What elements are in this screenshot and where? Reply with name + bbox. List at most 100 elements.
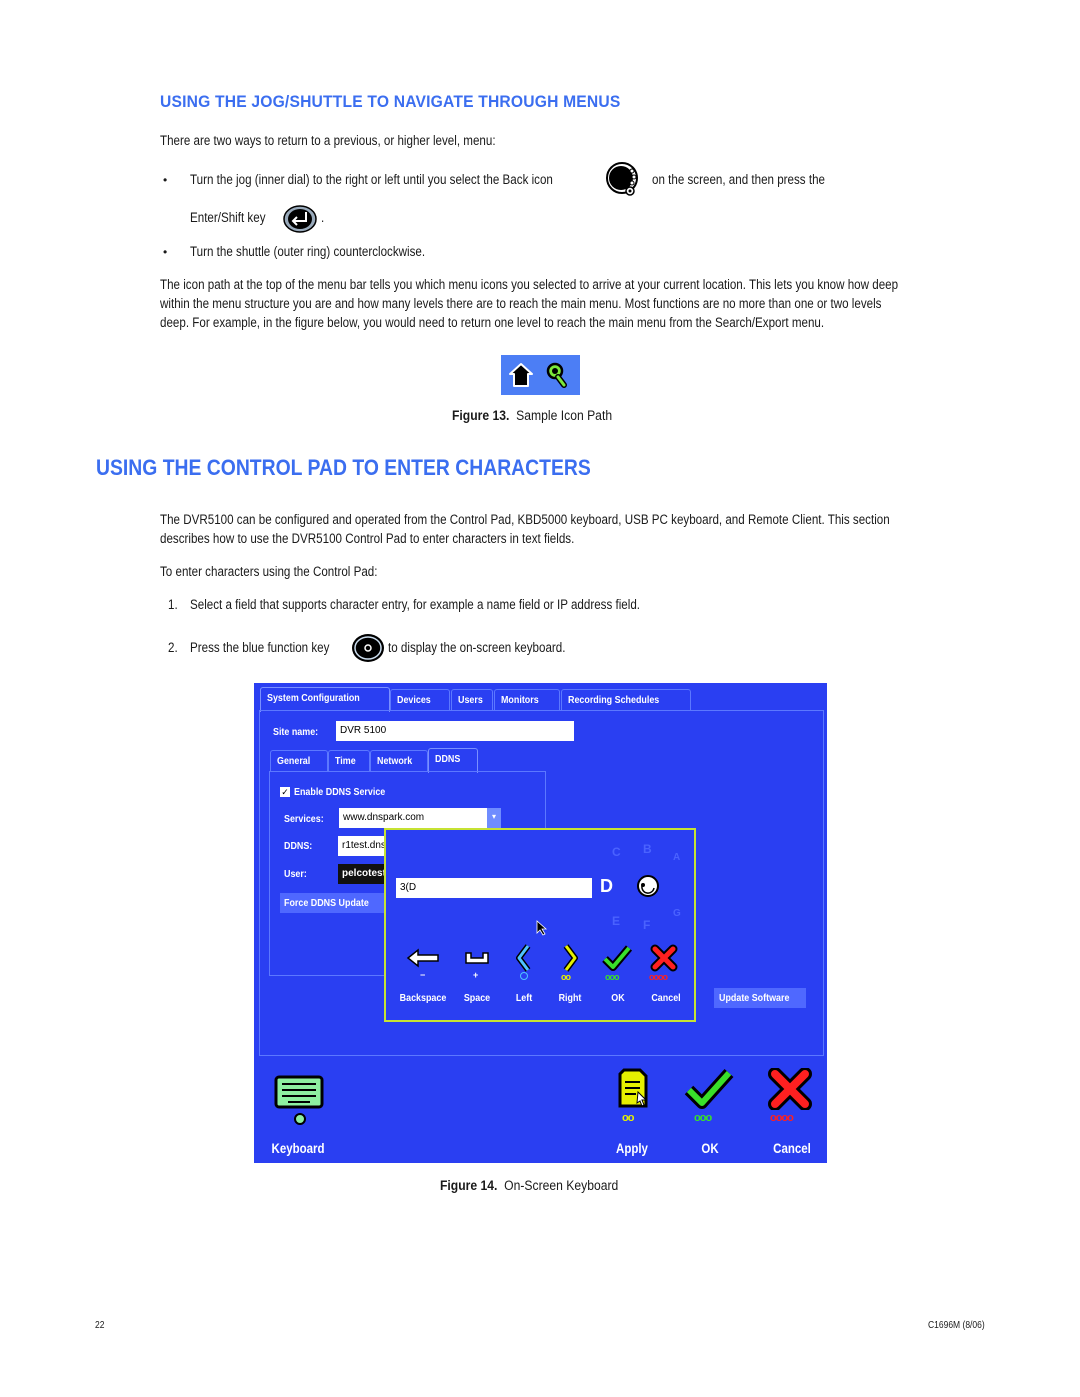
section-heading-jog-shuttle: USING THE JOG/SHUTTLE TO NAVIGATE THROUG… <box>160 92 621 111</box>
right-arrow-icon <box>563 944 578 972</box>
cancel-hint-dots: oooo <box>649 972 668 982</box>
paragraph-line-2: within the menu structure you are and ho… <box>160 296 882 311</box>
paragraph-line-1: The icon path at the top of the menu bar… <box>160 277 899 292</box>
ok-bottom-button[interactable]: ooo OK <box>682 1068 738 1158</box>
apply-hint-dots: oo <box>622 1112 634 1124</box>
right-button[interactable]: oo Right <box>550 944 590 1008</box>
sample-icon-path <box>501 355 580 395</box>
figure-13-caption: Figure 13. Sample Icon Path <box>452 408 612 423</box>
space-hint: + <box>473 970 479 980</box>
bullet-1-text-cont: on the screen, and then press the <box>652 172 825 187</box>
ring-char: G <box>673 908 681 919</box>
space-button[interactable]: + Space <box>454 948 500 1008</box>
paragraph-line-1: The DVR5100 can be configured and operat… <box>160 512 890 527</box>
document-id: C1696M (8/06) <box>928 1320 985 1331</box>
apply-button[interactable]: oo Apply <box>602 1068 662 1158</box>
left-label: Left <box>515 992 533 1004</box>
search-export-icon <box>545 361 569 394</box>
backspace-hint: − <box>420 970 426 980</box>
space-icon <box>465 952 489 964</box>
cancel-x-icon <box>650 944 678 972</box>
current-character: D <box>600 876 613 896</box>
left-arrow-icon <box>516 944 531 972</box>
ring-char: A <box>673 852 681 863</box>
bullet-dot: • <box>163 173 168 187</box>
keyboard-hint-dot <box>294 1113 306 1125</box>
site-name-label: Site name: <box>273 726 319 738</box>
backspace-icon <box>406 948 439 968</box>
figure-13-title: Sample Icon Path <box>516 408 613 423</box>
intro-text: There are two ways to return to a previo… <box>160 133 496 148</box>
ok-label: OK <box>611 992 625 1004</box>
user-input[interactable]: pelcotest <box>338 864 388 884</box>
figure-14-number: Figure 14. <box>440 1178 498 1193</box>
bullet-1-text: Turn the jog (inner dial) to the right o… <box>190 172 553 187</box>
ring-char: E <box>612 914 621 928</box>
enable-ddns-label: Enable DDNS Service <box>294 786 386 798</box>
subtab-time[interactable]: Time <box>328 750 370 771</box>
checkmark-icon <box>602 945 632 971</box>
tab-devices[interactable]: Devices <box>390 689 450 710</box>
cancel-label: Cancel <box>651 992 681 1004</box>
tab-recording-schedules[interactable]: Recording Schedules <box>561 689 691 710</box>
bullet-2-text: Turn the shuttle (outer ring) counterclo… <box>190 244 426 259</box>
paragraph-line-2: describes how to use the DVR5100 Control… <box>160 531 575 546</box>
mouse-cursor-icon <box>536 920 548 941</box>
ddns-input[interactable]: r1test.dns <box>338 836 388 856</box>
cancel-button[interactable]: oooo Cancel <box>642 944 690 1008</box>
keyboard-button[interactable]: Keyboard <box>266 1073 346 1158</box>
keyboard-label: Keyboard <box>271 1141 325 1156</box>
subtab-network[interactable]: Network <box>370 750 428 771</box>
services-select[interactable]: www.dnspark.com <box>339 808 487 828</box>
ok-hint-dots: ooo <box>605 972 619 982</box>
cancel-bottom-label: Cancel <box>773 1141 811 1156</box>
services-label: Services: <box>284 813 324 825</box>
enter-shift-key-icon <box>283 205 317 233</box>
bullet-1-period: . <box>321 210 325 225</box>
cancel-x-icon <box>768 1068 812 1110</box>
back-icon <box>604 160 642 198</box>
apply-label: Apply <box>616 1141 648 1156</box>
step-1-number: 1. <box>168 597 178 612</box>
right-label: Right <box>558 992 582 1004</box>
tab-users[interactable]: Users <box>451 689 493 710</box>
backspace-button[interactable]: − Backspace <box>398 948 448 1008</box>
on-screen-keyboard-figure: System Configuration Devices Users Monit… <box>254 683 827 1163</box>
step-2-text-cont: to display the on-screen keyboard. <box>388 640 566 655</box>
left-hint-dots <box>520 972 528 980</box>
enable-ddns-checkbox[interactable]: ✓ <box>280 787 290 797</box>
figure-14-title: On-Screen Keyboard <box>504 1178 619 1193</box>
lead-text: To enter characters using the Control Pa… <box>160 564 378 579</box>
force-ddns-update-button[interactable]: Force DDNS Update <box>280 893 390 913</box>
tab-system-configuration[interactable]: System Configuration <box>260 687 390 712</box>
keyboard-input[interactable]: 3(D <box>396 878 592 898</box>
update-software-button[interactable]: Update Software <box>714 988 806 1008</box>
bullet-1-enter-text: Enter/Shift key <box>190 210 266 225</box>
keyboard-icon <box>274 1075 324 1109</box>
cancel-bottom-button[interactable]: oooo Cancel <box>762 1068 822 1158</box>
bullet-dot: • <box>163 245 168 259</box>
subtab-ddns[interactable]: DDNS <box>428 748 478 773</box>
site-name-input[interactable]: DVR 5100 <box>336 721 574 741</box>
ring-char: C <box>612 845 621 859</box>
tab-monitors[interactable]: Monitors <box>494 689 560 710</box>
jog-dial-icon <box>636 874 660 903</box>
blue-function-key-icon <box>351 633 385 663</box>
backspace-label: Backspace <box>399 992 447 1004</box>
section-heading-control-pad: USING THE CONTROL PAD TO ENTER CHARACTER… <box>96 455 591 480</box>
page-number: 22 <box>95 1320 105 1331</box>
home-icon <box>507 361 535 394</box>
on-screen-keyboard: 3(D D C B A E F G − Backspace + Space Le… <box>384 828 696 1022</box>
paragraph-line-3: deep. For example, in the figure below, … <box>160 315 825 330</box>
subtab-general[interactable]: General <box>270 750 328 771</box>
apply-document-icon <box>618 1068 648 1108</box>
left-button[interactable]: Left <box>504 944 544 1008</box>
user-label: User: <box>284 868 307 880</box>
chevron-down-icon[interactable]: ▾ <box>487 808 501 828</box>
step-1-text: Select a field that supports character e… <box>190 597 641 612</box>
ddns-label: DDNS: <box>284 840 313 852</box>
ring-char: F <box>643 918 651 932</box>
step-2-number: 2. <box>168 640 178 655</box>
ok-button[interactable]: ooo OK <box>596 944 640 1008</box>
ok-bottom-hint-dots: ooo <box>694 1112 712 1124</box>
